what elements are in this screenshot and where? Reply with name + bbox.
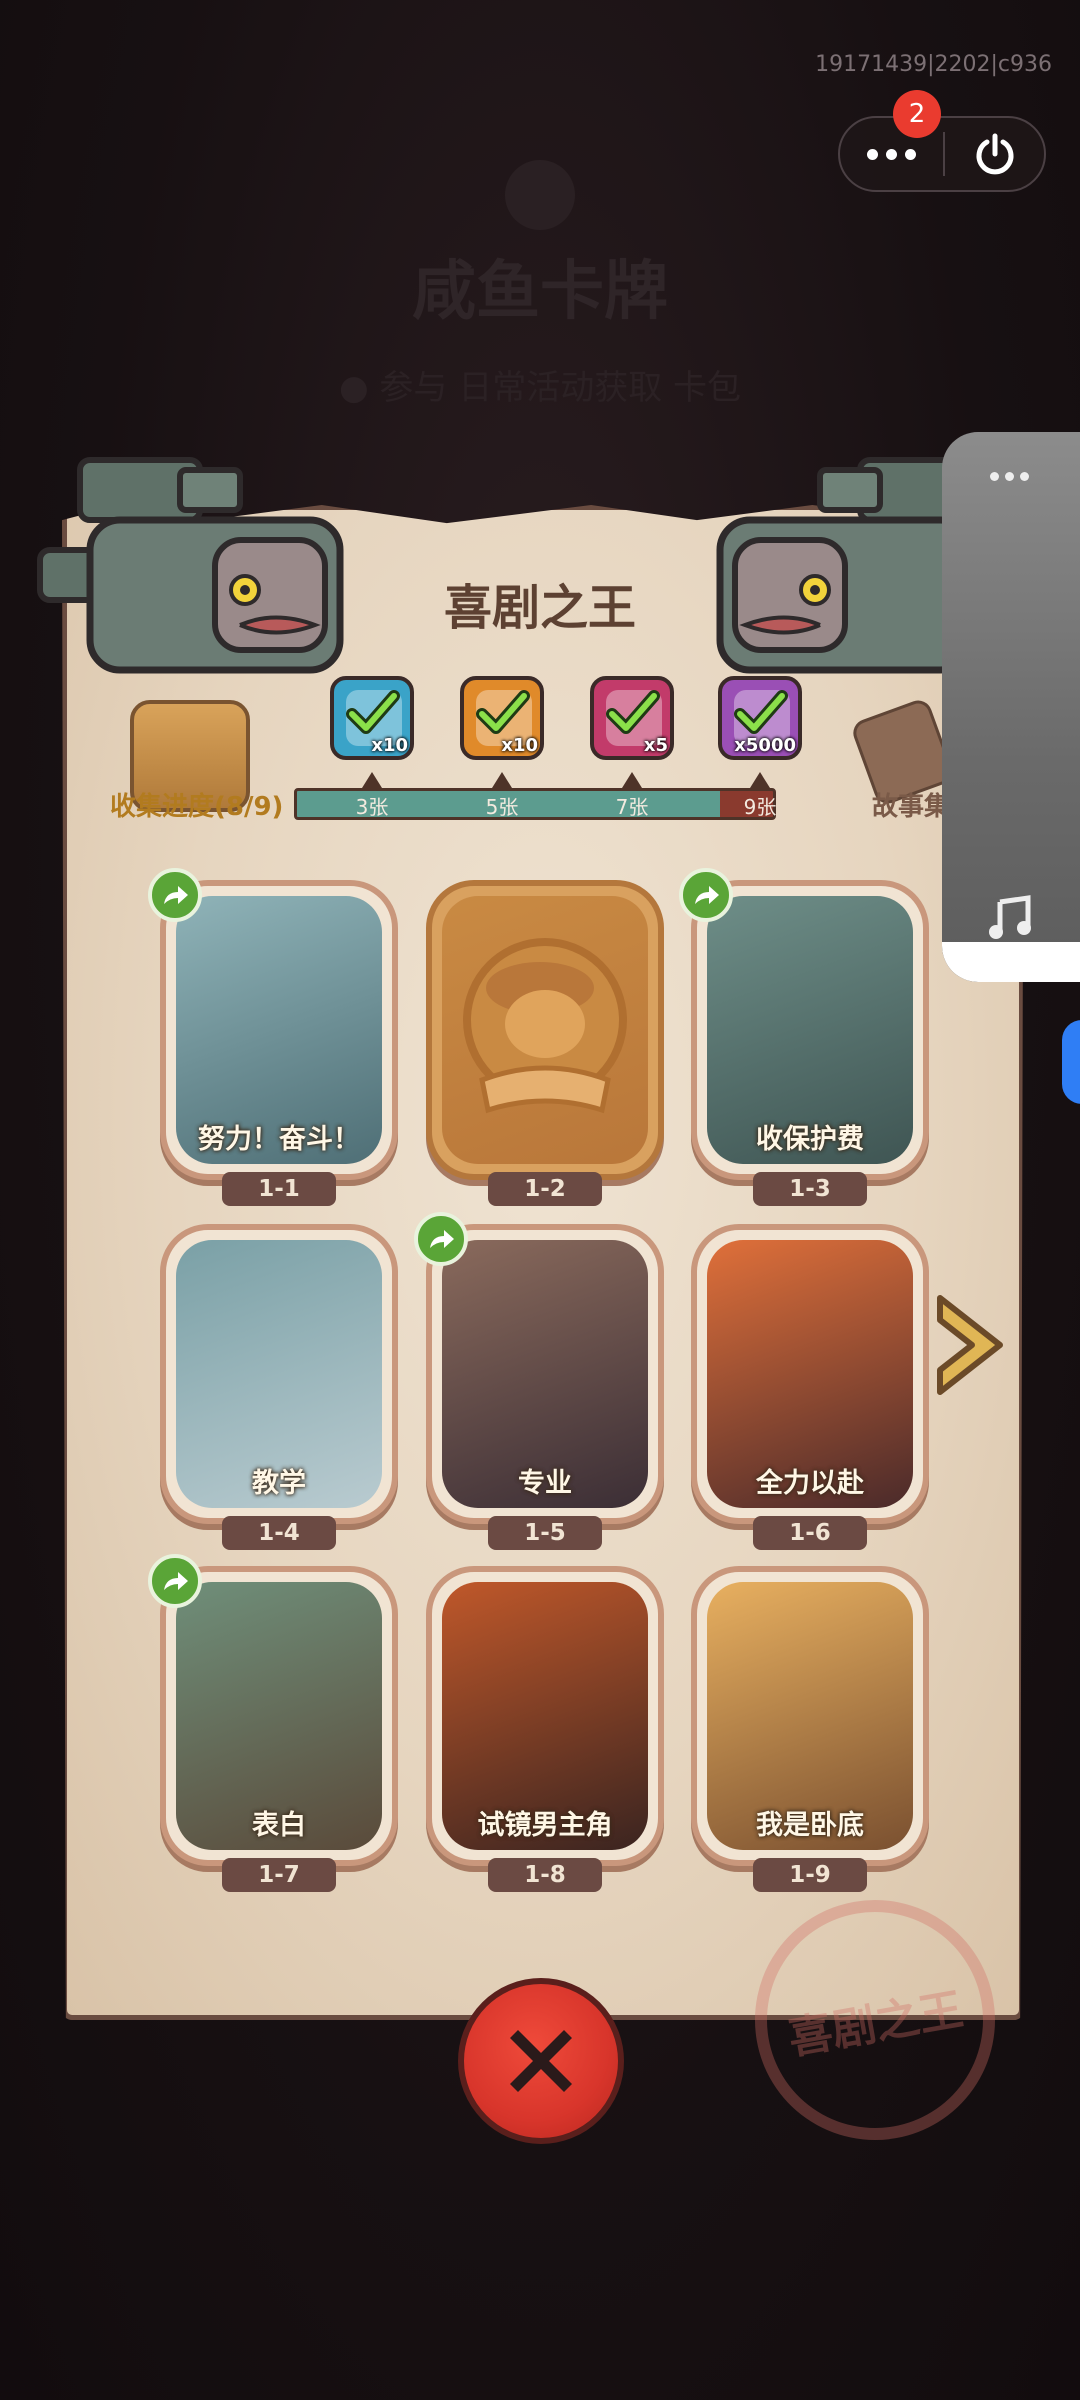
background-subtitle: ● 参与 日常活动获取 卡包 xyxy=(338,368,742,408)
card-name: 专业 xyxy=(518,1468,572,1499)
share-arrow-icon xyxy=(430,1230,454,1248)
card-name: 收保护费 xyxy=(756,1124,864,1155)
reward-quantity: x5000 xyxy=(734,735,796,756)
card-1-6[interactable]: 全力以赴 1-6 xyxy=(691,1224,929,1550)
milestone-reward-1[interactable]: x10 xyxy=(330,676,414,760)
card-code: 1-5 xyxy=(488,1516,602,1550)
share-button[interactable] xyxy=(148,1554,202,1608)
card-code: 1-7 xyxy=(222,1858,336,1892)
card-code: 1-8 xyxy=(488,1858,602,1892)
claimed-check-icon xyxy=(734,690,788,734)
story-collection-label[interactable]: 故事集 xyxy=(872,786,950,823)
panel-title: 喜剧之王 xyxy=(443,580,636,636)
card-1-4[interactable]: 教学 1-4 xyxy=(160,1224,398,1550)
card-1-2[interactable]: 1-2 xyxy=(426,880,664,1206)
milestone-reward-2[interactable]: x10 xyxy=(460,676,544,760)
milestone-reward-3[interactable]: x5 xyxy=(590,676,674,760)
card-name: 试镜男主角 xyxy=(477,1810,613,1841)
share-arrow-icon xyxy=(164,886,188,904)
card-1-5[interactable]: 专业 1-5 xyxy=(414,1212,664,1550)
locked-card-silhouette-icon xyxy=(463,938,627,1114)
card-code: 1-1 xyxy=(222,1172,336,1206)
share-button[interactable] xyxy=(414,1212,468,1266)
floating-assistant-tab[interactable] xyxy=(1062,1020,1080,1104)
milestone-label: 9张 xyxy=(743,795,777,819)
card-1-3[interactable]: 收保护费 1-3 xyxy=(679,868,929,1206)
close-icon xyxy=(510,2030,572,2092)
share-arrow-icon xyxy=(695,886,719,904)
side-panel-more-icon[interactable] xyxy=(990,472,1029,481)
background-logo xyxy=(505,160,575,230)
card-code: 1-9 xyxy=(753,1858,867,1892)
card-1-8[interactable]: 试镜男主角 1-8 xyxy=(426,1566,664,1892)
exit-button[interactable] xyxy=(945,130,1044,178)
claimed-check-icon xyxy=(346,690,400,734)
share-arrow-icon xyxy=(164,1572,188,1590)
share-button[interactable] xyxy=(679,868,733,922)
milestone-reward-4[interactable]: x5000 xyxy=(718,676,802,760)
milestone-marker xyxy=(362,772,382,788)
card-1-7[interactable]: 表白 1-7 xyxy=(148,1554,398,1892)
card-code: 1-6 xyxy=(753,1516,867,1550)
milestone-label: 3张 xyxy=(355,795,389,819)
reward-quantity: x10 xyxy=(371,735,408,756)
milestone-label: 5张 xyxy=(485,795,519,819)
card-1-9[interactable]: 我是卧底 1-9 xyxy=(691,1566,929,1892)
milestone-label: 7张 xyxy=(615,795,649,819)
power-icon xyxy=(976,133,1013,175)
card-name: 努力！奋斗！ xyxy=(198,1124,360,1155)
notification-badge: 2 xyxy=(893,90,941,138)
floating-side-panel[interactable] xyxy=(942,432,1080,982)
close-button[interactable] xyxy=(458,1978,624,2144)
milestone-marker xyxy=(622,772,642,788)
side-panel-bottom xyxy=(942,942,1080,982)
card-code: 1-2 xyxy=(488,1172,602,1206)
miniprogram-capsule xyxy=(838,116,1046,192)
milestone-marker xyxy=(492,772,512,788)
card-name: 教学 xyxy=(252,1468,306,1499)
card-code: 1-4 xyxy=(222,1516,336,1550)
background-title: 咸鱼卡牌 xyxy=(412,255,668,329)
reward-quantity: x10 xyxy=(501,735,538,756)
milestone-marker xyxy=(750,772,770,788)
card-name: 全力以赴 xyxy=(756,1468,864,1499)
card-artwork xyxy=(442,896,648,1164)
next-page-arrow-icon[interactable] xyxy=(930,1290,1010,1400)
claimed-check-icon xyxy=(476,690,530,734)
card-name: 我是卧底 xyxy=(756,1810,864,1841)
music-icon[interactable] xyxy=(986,892,1036,942)
user-id-text: 19171439|2202|c936 xyxy=(815,52,1052,77)
reward-quantity: x5 xyxy=(643,735,668,756)
share-button[interactable] xyxy=(148,868,202,922)
card-1-1[interactable]: 努力！奋斗！ 1-1 xyxy=(148,868,398,1206)
card-name: 表白 xyxy=(252,1810,306,1841)
card-code: 1-3 xyxy=(753,1172,867,1206)
collection-progress-label: 收集进度(8/9) xyxy=(110,792,284,822)
camera-left-decoration xyxy=(37,457,344,674)
claimed-check-icon xyxy=(606,690,660,734)
